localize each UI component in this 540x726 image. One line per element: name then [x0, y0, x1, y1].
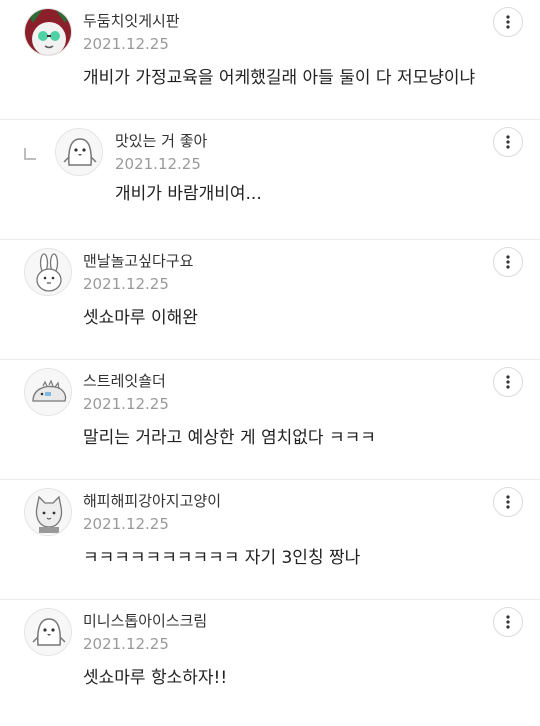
more-vertical-icon [506, 615, 510, 629]
comment-text: 개비가 바람개비여... [115, 184, 262, 204]
comment-nickname[interactable]: 두둠치잇게시판 [83, 10, 180, 31]
more-button[interactable] [493, 247, 523, 277]
reply-arrow-icon [24, 148, 36, 160]
more-vertical-icon [506, 15, 510, 29]
comment-item: 두둠치잇게시판 2021.12.25 개비가 가정교육을 어케했길래 아들 둘이… [0, 0, 540, 120]
more-button[interactable] [493, 127, 523, 157]
comment-item: 해피해피강아지고양이 2021.12.25 ㅋㅋㅋㅋㅋㅋㅋㅋㅋㅋ 자기 3인칭 … [0, 480, 540, 600]
comment-text: 말리는 거라고 예상한 게 염치없다 ㅋㅋㅋ [83, 428, 376, 448]
comment-date: 2021.12.25 [83, 35, 169, 53]
comment-nickname[interactable]: 해피해피강아지고양이 [83, 490, 221, 511]
comment-text: 개비가 가정교육을 어케했길래 아들 둘이 다 저모냥이냐 [83, 68, 476, 88]
comment-date: 2021.12.25 [83, 275, 169, 293]
bunny-avatar-icon [25, 249, 71, 295]
more-vertical-icon [506, 255, 510, 269]
avatar[interactable] [24, 488, 72, 536]
comment-date: 2021.12.25 [83, 635, 169, 653]
comment-date: 2021.12.25 [115, 155, 201, 173]
comment-item: 맨날놀고싶다구요 2021.12.25 셋쇼마루 이해완 [0, 240, 540, 360]
comment-text: ㅋㅋㅋㅋㅋㅋㅋㅋㅋㅋ 자기 3인칭 짱나 [83, 548, 361, 568]
dinosaur-avatar-icon [25, 369, 71, 415]
more-vertical-icon [506, 375, 510, 389]
green-glasses-character-avatar-icon [25, 9, 71, 55]
more-vertical-icon [506, 495, 510, 509]
comment-nickname[interactable]: 미니스톱아이스크림 [83, 610, 207, 631]
cat-avatar-icon [25, 489, 71, 535]
comment-text: 셋쇼마루 항소하자!! [83, 668, 228, 688]
avatar[interactable] [24, 608, 72, 656]
penguin-avatar-icon [25, 609, 71, 655]
comment-date: 2021.12.25 [83, 395, 169, 413]
reply-item: 맛있는 거 좋아 2021.12.25 개비가 바람개비여... [0, 120, 540, 240]
avatar[interactable] [24, 8, 72, 56]
more-button[interactable] [493, 367, 523, 397]
comment-item: 스트레잇숄더 2021.12.25 말리는 거라고 예상한 게 염치없다 ㅋㅋㅋ [0, 360, 540, 480]
comment-nickname[interactable]: 스트레잇숄더 [83, 370, 166, 391]
more-vertical-icon [506, 135, 510, 149]
comment-nickname[interactable]: 맛있는 거 좋아 [115, 130, 207, 151]
avatar[interactable] [24, 248, 72, 296]
avatar[interactable] [55, 128, 103, 176]
more-button[interactable] [493, 607, 523, 637]
more-button[interactable] [493, 487, 523, 517]
comment-date: 2021.12.25 [83, 515, 169, 533]
comment-text: 셋쇼마루 이해완 [83, 308, 198, 328]
avatar[interactable] [24, 368, 72, 416]
penguin-avatar-icon [56, 129, 102, 175]
comment-item: 미니스톱아이스크림 2021.12.25 셋쇼마루 항소하자!! [0, 600, 540, 720]
comment-nickname[interactable]: 맨날놀고싶다구요 [83, 250, 193, 271]
more-button[interactable] [493, 7, 523, 37]
